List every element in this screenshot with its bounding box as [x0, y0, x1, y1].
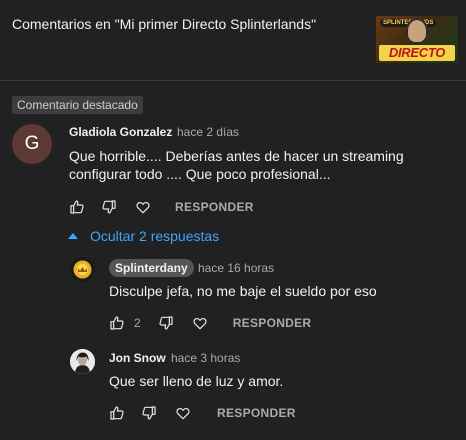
like-count: 2	[134, 316, 141, 330]
avatar[interactable]	[70, 257, 95, 282]
reply-button[interactable]: RESPONDER	[233, 316, 312, 330]
thumbs-up-icon[interactable]	[109, 315, 125, 331]
reply-time[interactable]: hace 3 horas	[171, 351, 240, 365]
heart-icon[interactable]	[135, 199, 151, 215]
comment-time[interactable]: hace 2 días	[177, 125, 239, 139]
reply-time[interactable]: hace 16 horas	[198, 261, 274, 275]
avatar-image	[70, 349, 95, 374]
thumbnail-person-image	[406, 18, 428, 44]
comment-text-line-1: Que horrible.... Deberías antes de hacer…	[69, 148, 404, 164]
avatar-image	[70, 257, 95, 282]
thumbs-up-icon[interactable]	[69, 199, 85, 215]
heart-icon[interactable]	[175, 405, 191, 421]
comment-text-line-2: configurar todo .... Que poco profesiona…	[69, 166, 331, 182]
hide-replies-button[interactable]: Ocultar 2 respuestas	[68, 228, 219, 244]
video-thumbnail[interactable]: SPLINTERLANDS DIRECTO	[376, 16, 458, 63]
reply-button[interactable]: RESPONDER	[217, 406, 296, 420]
reply-button[interactable]: RESPONDER	[175, 200, 254, 214]
thumbs-down-icon[interactable]	[158, 315, 174, 331]
thumbs-up-icon[interactable]	[109, 405, 125, 421]
thumbs-down-icon[interactable]	[141, 405, 157, 421]
reply-author-badge[interactable]: Splinterdany	[109, 259, 194, 277]
reply-author[interactable]: Jon Snow	[109, 351, 166, 365]
avatar-letter: G	[24, 133, 40, 154]
reply-text: Disculpe jefa, no me baje el sueldo por …	[109, 283, 377, 299]
thumbnail-text: DIRECTO	[379, 45, 455, 61]
heart-icon[interactable]	[192, 315, 208, 331]
comment-actions: RESPONDER	[69, 199, 254, 215]
thumbs-down-icon[interactable]	[101, 199, 117, 215]
comments-header: Comentarios en "Mi primer Directo Splint…	[0, 0, 466, 81]
chevron-up-icon	[68, 233, 78, 239]
reply-actions: 2 RESPONDER	[109, 315, 311, 331]
hide-replies-label: Ocultar 2 respuestas	[90, 228, 220, 244]
comment-author[interactable]: Gladiola Gonzalez	[69, 125, 172, 139]
reply-text: Que ser lleno de luz y amor.	[109, 373, 284, 389]
avatar[interactable]: G	[12, 124, 52, 164]
reply-actions: RESPONDER	[109, 405, 296, 421]
header-title: Comentarios en "Mi primer Directo Splint…	[12, 16, 317, 32]
pinned-comment-label: Comentario destacado	[12, 96, 143, 114]
avatar[interactable]	[70, 349, 95, 374]
